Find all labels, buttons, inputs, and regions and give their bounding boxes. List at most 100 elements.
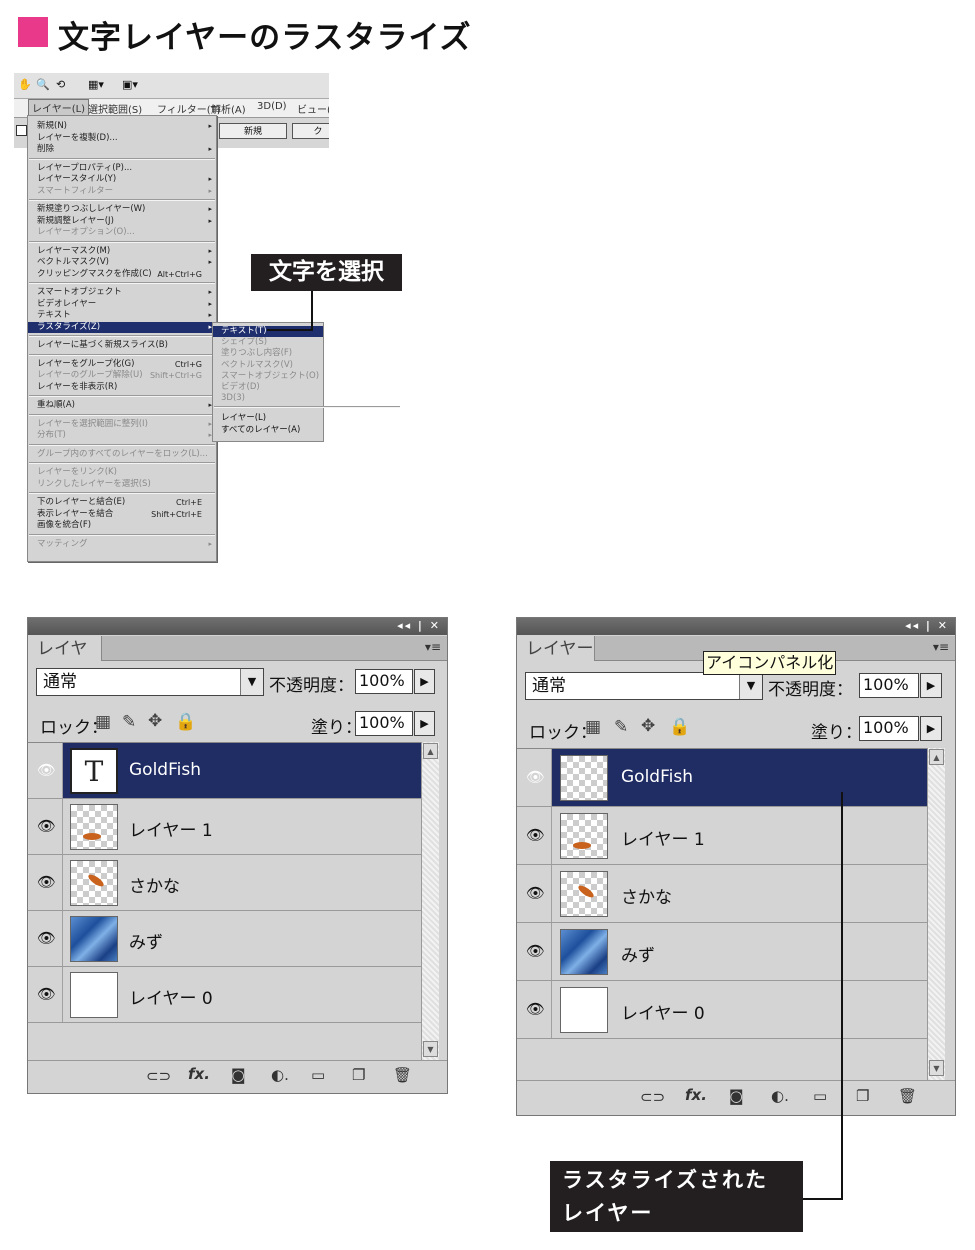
rasterize-submenu-item[interactable]: 塗りつぶし内容(F) [213,348,323,359]
layer-menu-item[interactable]: レイヤーを複製(D)... [28,133,216,144]
layer-menu-item[interactable]: レイヤープロパティ(P)... [28,163,216,174]
layer-row[interactable]: 👁 GoldFish [517,749,927,807]
layer-menu-item[interactable]: グループ内のすべてのレイヤーをロック(L)... [28,449,216,460]
collapse-close-icon[interactable]: ◂◂ | ✕ [397,619,441,632]
layer-menu-item[interactable]: レイヤーをリンク(K) [28,467,216,478]
layer-menu-item[interactable]: レイヤーオプション(O)... [28,227,216,238]
trash-icon[interactable]: 🗑 [898,1087,917,1105]
layer-menu-item[interactable]: ビデオレイヤー ▸ [28,299,216,310]
layer-row[interactable]: 👁 レイヤー 1 [28,799,421,855]
option-checkbox[interactable] [16,125,27,136]
layer-row[interactable]: 👁 レイヤー 1 [517,807,927,865]
new-group-icon[interactable]: ▭ [311,1066,325,1084]
visibility-toggle[interactable]: 👁 [28,855,63,910]
layer-menu-item[interactable]: 表示レイヤーを結合 Shift+Ctrl+E [28,509,216,520]
visibility-toggle[interactable]: 👁 [28,967,63,1022]
opacity-arrow-button[interactable]: ▶ [414,669,435,694]
fill-input[interactable]: 100% [355,711,413,736]
eye-icon[interactable]: 👁 [526,884,545,902]
menubar-item[interactable]: ビュー(V) [297,101,329,116]
rotate-view-icon[interactable]: ⟲ [56,78,65,91]
blend-mode-select[interactable]: 通常 ▼ [525,672,763,700]
arrange-documents-icon[interactable]: ▦▾ [88,78,104,91]
new-layer-icon[interactable]: ❐ [856,1087,869,1105]
fx-icon[interactable]: fx. [685,1086,707,1104]
layer-row[interactable]: 👁 みず [28,911,421,967]
scroll-down-icon[interactable]: ▼ [423,1041,438,1057]
chevron-down-icon[interactable]: ▼ [739,673,762,699]
rasterize-submenu-item[interactable]: すべてのレイヤー(A) [213,425,323,436]
eye-icon[interactable]: 👁 [526,1000,545,1018]
fx-icon[interactable]: fx. [188,1065,210,1083]
lock-move-icon[interactable]: ✥ [641,716,655,736]
layer-menu-item[interactable]: 新規調整レイヤー(J) ▸ [28,216,216,227]
tab-layers[interactable]: レイヤー [517,636,595,661]
eye-icon[interactable]: 👁 [526,942,545,960]
new-button[interactable]: 新規 [219,123,287,139]
lock-all-icon[interactable]: 🔒 [669,717,690,737]
add-mask-icon[interactable]: ◙ [729,1087,744,1105]
visibility-toggle[interactable]: 👁 [28,799,63,854]
lock-move-icon[interactable]: ✥ [148,711,162,731]
rasterize-submenu-item[interactable]: シェイプ(S) [213,337,323,348]
layer-menu-item[interactable]: 新規(N) ▸ [28,121,216,132]
lock-transparent-icon[interactable]: ▦ [585,717,601,737]
layer-row[interactable]: 👁 レイヤー 0 [28,967,421,1023]
eye-icon[interactable]: 👁 [37,929,56,947]
trash-icon[interactable]: 🗑 [393,1066,412,1084]
scroll-up-icon[interactable]: ▲ [929,749,944,765]
layer-row[interactable]: 👁 さかな [28,855,421,911]
layer-menu-item[interactable]: テキスト ▸ [28,310,216,321]
layer-menu-item[interactable]: レイヤースタイル(Y) ▸ [28,174,216,185]
scroll-down-icon[interactable]: ▼ [929,1060,944,1076]
layer-row[interactable]: 👁 レイヤー 0 [517,981,927,1039]
visibility-toggle[interactable]: 👁 [28,911,63,966]
layer-list-scrollbar[interactable]: ▲ ▼ [421,742,439,1060]
lock-all-icon[interactable]: 🔒 [175,712,196,732]
layer-menu-item[interactable]: クリッピングマスクを作成(C) Alt+Ctrl+G [28,269,216,280]
layer-menu-item[interactable]: 重ね順(A) ▸ [28,400,216,411]
lock-brush-icon[interactable]: ✎ [122,712,136,732]
hand-tool-icon[interactable]: ✋ [18,78,32,91]
layer-menu-item[interactable]: マッティング ▸ [28,539,216,550]
layer-menu-item[interactable]: 分布(T) ▸ [28,430,216,441]
rasterize-submenu-item[interactable]: スマートオブジェクト(O) [213,371,323,382]
visibility-toggle[interactable]: 👁 [517,865,552,922]
panel-menu-icon[interactable]: ▾≡ [425,640,441,654]
layer-menu-item[interactable]: スマートフィルター ▸ [28,186,216,197]
new-group-icon[interactable]: ▭ [813,1087,827,1105]
layer-menu-item[interactable]: レイヤーを非表示(R) [28,382,216,393]
menubar-item[interactable]: レイヤー(L) [28,99,90,116]
chevron-down-icon[interactable]: ▼ [240,669,263,695]
opacity-input[interactable]: 100% [859,673,919,698]
layer-row[interactable]: 👁 みず [517,923,927,981]
fill-input[interactable]: 100% [859,716,919,741]
eye-icon[interactable]: 👁 [37,817,56,835]
rasterize-submenu-item[interactable]: ベクトルマスク(V) [213,360,323,371]
layer-menu-item[interactable]: レイヤーを選択範囲に整列(I) ▸ [28,419,216,430]
rasterize-submenu-item[interactable]: 3D(3) [213,393,323,404]
layer-menu-item[interactable]: 下のレイヤーと結合(E) Ctrl+E [28,497,216,508]
layer-menu-item[interactable]: レイヤーマスク(M) ▸ [28,246,216,257]
eye-icon[interactable]: 👁 [37,985,56,1003]
layer-menu-item[interactable]: ラスタライズ(Z) ▸ [28,321,216,333]
link-layers-icon[interactable]: ⊂⊃ [640,1088,665,1106]
visibility-toggle[interactable]: 👁 [517,981,552,1038]
link-layers-icon[interactable]: ⊂⊃ [146,1067,171,1085]
eye-icon[interactable]: 👁 [526,768,545,786]
collapse-close-icon[interactable]: ◂◂ | ✕ [905,619,949,632]
visibility-toggle[interactable]: 👁 [28,743,63,798]
layer-menu-item[interactable]: 削除 ▸ [28,144,216,155]
layer-menu-item[interactable]: レイヤーをグループ化(G) Ctrl+G [28,359,216,370]
layer-row[interactable]: 👁 T GoldFish [28,743,421,799]
layer-menu-item[interactable]: 画像を統合(F) [28,520,216,531]
layer-menu-item[interactable]: レイヤーのグループ解除(U) Shift+Ctrl+G [28,370,216,381]
scroll-up-icon[interactable]: ▲ [423,743,438,759]
fill-arrow-button[interactable]: ▶ [414,711,435,736]
opacity-arrow-button[interactable]: ▶ [920,673,942,698]
rasterize-submenu-item[interactable]: テキスト(T) [213,326,323,337]
panel-menu-icon[interactable]: ▾≡ [933,640,949,654]
eye-icon[interactable]: 👁 [37,761,56,779]
visibility-toggle[interactable]: 👁 [517,923,552,980]
tab-layers[interactable]: レイヤー [28,636,102,685]
